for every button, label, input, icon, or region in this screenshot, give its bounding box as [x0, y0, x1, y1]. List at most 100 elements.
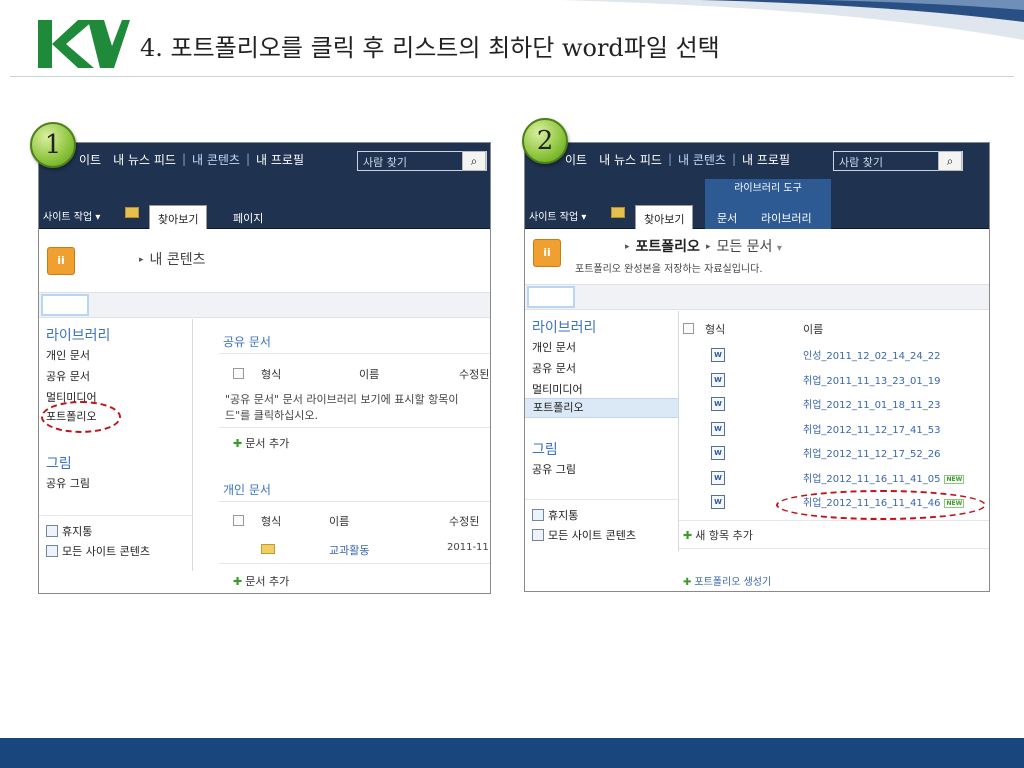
word-file-icon[interactable]: W — [711, 397, 725, 411]
last-file-highlight-ellipse — [776, 490, 986, 520]
people-search-input[interactable]: 사람 찾기 ⌕ — [357, 151, 487, 171]
tab-browse[interactable]: 찾아보기 — [149, 205, 208, 229]
top-link-strip — [39, 292, 490, 318]
nav-newsfeed-link[interactable]: 내 뉴스 피드 — [593, 151, 668, 168]
tab-page[interactable]: 페이지 — [225, 205, 271, 229]
nav-item-multimedia[interactable]: 멀티미디어 — [532, 381, 583, 397]
all-content-label: 모든 사이트 콘텐츠 — [548, 529, 636, 542]
site-actions-menu[interactable]: 사이트 작업 ▾ — [529, 208, 586, 223]
file-link[interactable]: 취업_2012_11_12_17_52_26 — [803, 445, 940, 460]
nav-my-profile-link[interactable]: 내 프로필 — [736, 151, 796, 168]
library-description: 포트폴리오 완성본을 저장하는 자료실입니다. — [575, 264, 763, 275]
breadcrumb-arrow-icon: ▸ — [705, 242, 711, 252]
nav-item-all-site-content[interactable]: 모든 사이트 콘텐츠 — [46, 543, 150, 559]
title-divider — [10, 76, 1014, 77]
file-link[interactable]: 인성_2011_12_02_14_24_22 — [803, 347, 940, 362]
folder-edit-icon[interactable] — [125, 207, 139, 218]
file-name: 취업_2012_11_12_17_41_53 — [803, 424, 941, 436]
word-file-icon[interactable]: W — [711, 348, 725, 362]
select-all-checkbox[interactable] — [233, 515, 244, 526]
file-link[interactable]: 취업_2012_11_16_11_41_05 NEW — [803, 470, 965, 485]
nav-item-shared-pictures[interactable]: 공유 그림 — [46, 475, 90, 491]
list-divider — [679, 520, 989, 521]
column-name[interactable]: 이름 — [803, 321, 823, 337]
word-file-icon[interactable]: W — [711, 470, 725, 485]
screenshot-panel-2: 이트 내 뉴스 피드 | 내 콘텐츠 | 내 프로필 사람 찾기 ⌕ 라이브러리… — [524, 142, 990, 592]
file-link[interactable]: 취업_2011_11_13_23_01_19 — [803, 372, 940, 387]
column-modified[interactable]: 수정된 — [459, 366, 489, 382]
shared-docs-heading[interactable]: 공유 문서 — [223, 333, 271, 350]
site-actions-menu[interactable]: 사이트 작업 ▾ — [43, 208, 100, 223]
column-type[interactable]: 형식 — [705, 321, 725, 337]
tab-browse[interactable]: 찾아보기 — [635, 205, 694, 229]
add-document-link[interactable]: ✚ 문서 추가 — [233, 435, 289, 451]
tab-library[interactable]: 라이브러리 — [753, 205, 820, 229]
nav-item-shared-docs[interactable]: 공유 문서 — [46, 368, 90, 384]
file-link[interactable]: 취업_2012_11_01_18_11_23 — [803, 396, 940, 411]
nav-pictures-heading[interactable]: 그림 — [46, 453, 72, 473]
breadcrumb-all-docs[interactable]: 모든 문서 — [716, 239, 772, 255]
search-icon[interactable]: ⌕ — [462, 151, 486, 171]
add-new-item-link[interactable]: ✚ 새 항목 추가 — [683, 527, 753, 543]
nav-my-content-link[interactable]: 내 콘텐츠 — [672, 151, 732, 168]
home-tab-box[interactable] — [527, 286, 575, 308]
column-name[interactable]: 이름 — [329, 513, 349, 529]
nav-divider — [39, 515, 193, 516]
folder-link[interactable]: 교과활동 — [329, 542, 369, 558]
nav-my-profile-link[interactable]: 내 프로필 — [250, 151, 310, 168]
nav-pictures-heading[interactable]: 그림 — [532, 439, 558, 459]
recycle-bin-label: 휴지통 — [62, 525, 93, 538]
nav-item-all-site-content[interactable]: 모든 사이트 콘텐츠 — [532, 527, 636, 543]
nav-newsfeed-link[interactable]: 내 뉴스 피드 — [107, 151, 182, 168]
top-navigation-bar: 이트 내 뉴스 피드 | 내 콘텐츠 | 내 프로필 사람 찾기 ⌕ 라이브러리… — [525, 143, 989, 199]
step-badge-2: 2 — [522, 118, 568, 164]
people-search-input[interactable]: 사람 찾기 ⌕ — [833, 151, 963, 171]
search-placeholder: 사람 찾기 — [839, 156, 883, 169]
nav-item-shared-docs[interactable]: 공유 문서 — [532, 360, 576, 376]
personal-docs-heading[interactable]: 개인 문서 — [223, 481, 271, 498]
search-icon[interactable]: ⌕ — [938, 151, 962, 171]
word-file-icon[interactable]: W — [711, 372, 725, 387]
folder-modified-date: 2011-11 — [447, 542, 489, 553]
nav-item-personal-docs[interactable]: 개인 문서 — [532, 339, 576, 355]
column-name[interactable]: 이름 — [359, 366, 379, 382]
folder-edit-icon[interactable] — [611, 207, 625, 218]
add-document-link[interactable]: ✚ 문서 추가 — [233, 573, 289, 589]
breadcrumb-current: 내 콘텐츠 — [149, 252, 206, 268]
nav-item-shared-pictures[interactable]: 공유 그림 — [532, 461, 576, 477]
add-new-item-label: 새 항목 추가 — [695, 529, 753, 542]
nav-libraries-heading[interactable]: 라이브러리 — [46, 325, 110, 345]
recycle-bin-icon — [532, 509, 544, 521]
word-file-icon[interactable]: W — [711, 446, 725, 460]
select-all-checkbox[interactable] — [233, 368, 244, 379]
nav-item-recycle-bin[interactable]: 휴지통 — [532, 507, 578, 523]
portfolio-generator-link[interactable]: ✚ 포트폴리오 생성기 — [683, 573, 771, 588]
quick-launch-nav: 라이브러리 개인 문서 공유 문서 멀티미디어 포트폴리오 그림 공유 그림 휴… — [525, 311, 679, 551]
home-tab-box[interactable] — [41, 294, 89, 316]
breadcrumb-portfolio[interactable]: 포트폴리오 — [636, 239, 700, 255]
ribbon-bar: 사이트 작업 ▾ 찾아보기 페이지 — [39, 199, 490, 229]
all-content-label: 모든 사이트 콘텐츠 — [62, 545, 150, 558]
word-file-icon[interactable]: W — [711, 421, 725, 436]
file-name: 취업_2012_11_16_11_41_05 — [803, 473, 941, 485]
nav-item-recycle-bin[interactable]: 휴지통 — [46, 523, 92, 539]
nav-libraries-heading[interactable]: 라이브러리 — [532, 317, 596, 337]
column-type[interactable]: 형식 — [261, 366, 281, 382]
column-modified[interactable]: 수정된 — [449, 513, 479, 529]
step-badge-1: 1 — [30, 122, 76, 168]
recycle-bin-label: 휴지통 — [548, 509, 579, 522]
column-type[interactable]: 형식 — [261, 513, 281, 529]
nav-my-content-link[interactable]: 내 콘텐츠 — [186, 151, 246, 168]
word-file-icon[interactable]: W — [711, 495, 725, 509]
view-dropdown-icon[interactable]: ▾ — [777, 243, 782, 254]
breadcrumb: ▸ 포트폴리오 ▸ 모든 문서 ▾ — [569, 236, 782, 256]
nav-item-portfolio-selected[interactable]: 포트폴리오 — [525, 398, 678, 418]
add-document-label: 문서 추가 — [245, 575, 290, 588]
select-all-checkbox[interactable] — [683, 323, 694, 334]
list-divider — [679, 548, 989, 549]
quick-launch-nav: 라이브러리 개인 문서 공유 문서 멀티미디어 포트폴리오 그림 공유 그림 휴… — [39, 319, 193, 571]
nav-item-personal-docs[interactable]: 개인 문서 — [46, 347, 90, 363]
breadcrumb: ▸ 내 콘텐츠 — [83, 249, 206, 269]
file-link[interactable]: 취업_2012_11_12_17_41_53 — [803, 421, 940, 436]
tab-documents[interactable]: 문서 — [709, 205, 745, 229]
